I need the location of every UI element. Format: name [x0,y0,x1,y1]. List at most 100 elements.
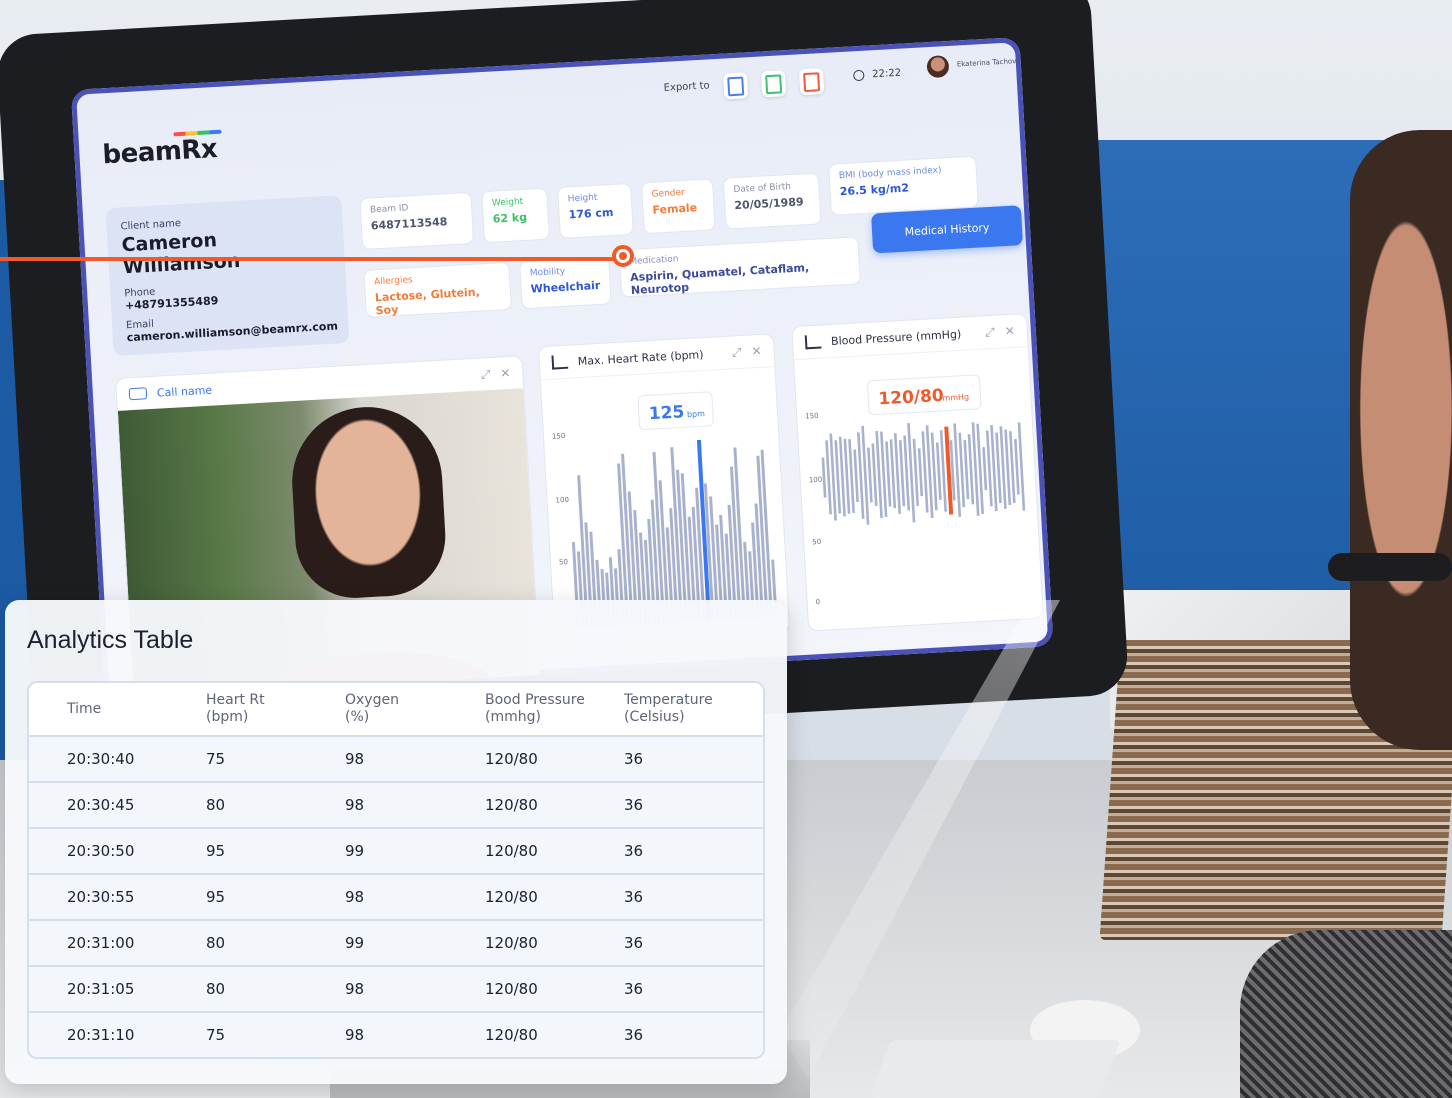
bp-bar [1014,438,1020,495]
bmi-value: 26.5 kg/m2 [839,181,910,199]
close-icon[interactable]: ✕ [751,344,762,359]
table-cell: 36 [624,980,644,998]
height-field: Height 176 cm [557,182,634,239]
table-cell: 20:31:05 [67,980,135,998]
table-cell: 98 [345,796,365,814]
bp-bar [982,447,988,491]
analytics-title: Analytics Table [27,626,194,654]
weight-label: Weight [491,196,524,209]
table-cell: 80 [206,980,226,998]
bp-bar [867,447,873,503]
table-cell: 20:31:10 [67,1026,135,1044]
expand-icon[interactable]: ⤢ [731,344,741,360]
table-cell: 20:30:40 [67,750,135,768]
hr-callout-value: 125 [648,402,685,424]
dob-value: 20/05/1989 [734,195,804,213]
bp-bar [821,457,827,498]
bp-bar [935,442,942,500]
mobility-field: Mobility Wheelchair [519,256,612,310]
clock-icon [853,69,865,82]
table-body: 20:30:40 75 98 120/80 36 20:30:45 80 98 120/80 36… [29,737,763,1057]
column-header-text: Heart Rt [206,692,265,708]
keyboard [869,1040,1121,1098]
gender-value: Female [652,201,698,217]
table-cell: 99 [345,842,365,860]
height-label: Height [567,192,598,205]
gender-field: Gender Female [640,178,716,235]
height-value: 176 cm [568,205,614,222]
table-row: 20:30:45 80 98 120/80 36 [29,781,763,827]
column-header-blood-pressure: Bood Pressure (mmhg) [485,692,624,726]
gender-label: Gender [651,187,686,200]
table-cell: 36 [624,934,644,952]
csv-icon [765,73,783,94]
table-cell: 120/80 [485,750,538,768]
export-csv-button[interactable] [760,70,787,98]
mobility-label: Mobility [529,266,566,279]
close-icon[interactable]: ✕ [1004,324,1015,339]
table-cell: 36 [624,888,644,906]
table-cell: 120/80 [485,1026,538,1044]
mobility-value: Wheelchair [530,278,601,296]
headset-microphone [1328,553,1452,581]
clock: 22:22 [853,68,901,82]
weight-field: Weight 62 kg [481,187,550,244]
clock-time: 22:22 [871,67,902,81]
table-row: 20:31:00 80 99 120/80 36 [29,919,763,965]
close-icon[interactable]: ✕ [500,366,511,381]
bp-callout-unit: mmHg [942,392,969,402]
dob-field: Date of Birth 20/05/1989 [722,172,822,230]
bp-bar [853,449,859,503]
client-name: Cameron Williamson [121,229,241,279]
beam-id-value: 6487113548 [370,215,448,233]
user-name[interactable]: Ekaterina Tachova [957,57,1021,69]
export-pdf-button[interactable] [722,72,749,100]
table-cell: 98 [345,888,365,906]
export-xls-button[interactable] [798,68,825,96]
table-header: Time Heart Rt (bpm) Oxygen (%) Bood Pressu… [29,683,763,737]
bp-tick-50: 50 [812,538,821,546]
blood-pressure-panel: Blood Pressure (mmHg) ⤢ ✕ 150 100 50 0 1… [791,312,1044,632]
bp-callout-value: 120/80 [878,386,945,410]
table-cell: 36 [624,750,644,768]
table-cell: 120/80 [485,842,538,860]
connector-dot [612,245,634,267]
beamrx-logo: beamRx [101,133,218,171]
xls-icon [803,71,821,92]
table-cell: 98 [345,750,365,768]
allergies-field: Allergies Lactose, Glutein, Soy [363,261,512,318]
bp-tick-0: 0 [815,598,820,606]
table-row: 20:30:50 95 99 120/80 36 [29,827,763,873]
user-avatar[interactable] [926,54,950,79]
chart-icon [804,334,822,350]
bp-bar [917,448,924,497]
table-cell: 120/80 [485,888,538,906]
connector-line [0,257,620,261]
table-cell: 120/80 [485,934,538,952]
medical-history-button[interactable]: Medical History [871,205,1024,254]
expand-icon[interactable]: ⤢ [480,367,490,383]
camera-icon [128,387,148,401]
table-cell: 98 [345,980,365,998]
table-cell: 80 [206,934,226,952]
expand-icon[interactable]: ⤢ [985,324,995,340]
beam-id-field: Beam ID 6487113548 [359,191,475,250]
allergies-value: Lactose, Glutein, Soy [374,285,481,318]
table-cell: 36 [624,1026,644,1044]
hr-callout-unit: bpm [687,409,706,419]
column-header-text: Bood Pressure [485,692,585,708]
column-header-text: Time [67,700,102,717]
bp-bar [963,440,970,500]
hr-tick-100: 100 [555,496,569,505]
table-cell: 99 [345,934,365,952]
table-cell: 75 [206,1026,226,1044]
heart-rate-panel: Max. Heart Rate (bpm) ⤢ ✕ 150 100 50 125… [537,333,791,646]
table-cell: 120/80 [485,796,538,814]
medication-field: Medication Aspirin, Quamatel, Cataflam, … [618,236,861,298]
dob-label: Date of Birth [733,181,792,196]
chart-icon [551,354,569,370]
table-row: 20:30:40 75 98 120/80 36 [29,737,763,781]
export-label: Export to [663,80,710,94]
analytics-table-card: Analytics Table Time Heart Rt (bpm) Oxyge… [5,600,787,1084]
hr-tick-50: 50 [559,558,568,566]
